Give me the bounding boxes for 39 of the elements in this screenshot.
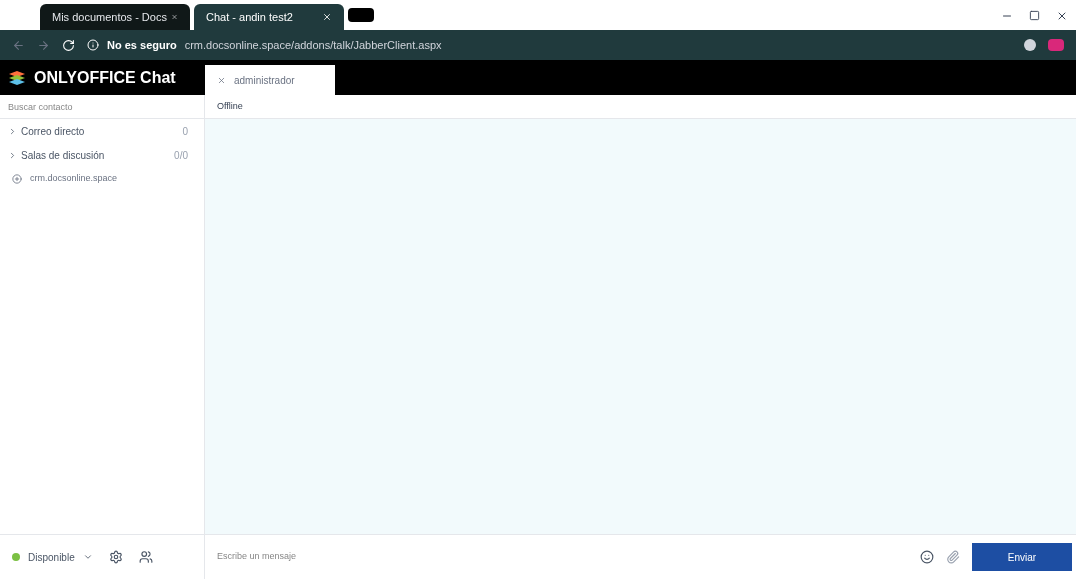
settings-icon[interactable] <box>108 550 123 564</box>
forward-icon[interactable] <box>37 38 50 52</box>
message-field[interactable]: Escribe un mensaje <box>217 550 908 564</box>
status-label: Disponible <box>28 550 75 565</box>
paperclip-icon[interactable] <box>946 550 960 564</box>
logo-icon <box>8 69 26 86</box>
send-button[interactable]: Enviar <box>972 543 1072 571</box>
sidebar-action[interactable]: crm.docsonline.space <box>0 167 204 191</box>
users-icon[interactable] <box>138 550 153 564</box>
group-label: Salas de discusión <box>21 148 106 163</box>
sidebar-group[interactable]: Salas de discusión 0/0 <box>0 143 204 167</box>
browser-tab[interactable]: Chat - andin test2 <box>194 4 344 30</box>
maximize-icon[interactable] <box>1029 10 1040 21</box>
info-icon <box>87 39 99 51</box>
url-text: crm.docsonline.space/addons/talk/JabberClient.aspx <box>184 37 442 53</box>
group-count: 0 <box>182 124 189 139</box>
chat-tab[interactable]: administrador <box>205 65 335 95</box>
chevron-icon <box>8 150 17 160</box>
security-label: No es seguro <box>107 37 177 53</box>
status-dropdown[interactable]: Disponible <box>12 549 93 565</box>
close-icon[interactable] <box>322 12 332 22</box>
search-field[interactable]: Buscar contacto <box>0 95 204 119</box>
extension-icon[interactable] <box>1024 39 1036 51</box>
chevron-icon <box>8 126 17 136</box>
tab-title: Chat - andin test2 <box>206 9 294 25</box>
address-bar[interactable]: No es seguro crm.docsonline.space/addons/talk/JabberClient.aspx <box>87 36 442 54</box>
app-title: ONLYOFFICE Chat <box>34 67 176 88</box>
tab-title: Mis documentos - Docs <box>52 9 167 25</box>
group-label: Correo directo <box>21 124 86 139</box>
close-icon[interactable] <box>1056 10 1068 22</box>
caret-icon <box>82 552 93 562</box>
new-tab-button[interactable] <box>348 8 374 22</box>
reload-icon[interactable] <box>62 38 75 52</box>
browser-tab[interactable]: Mis documentos - Docs <box>40 4 190 30</box>
group-count: 0/0 <box>174 148 189 163</box>
chat-status: Offline <box>217 99 243 113</box>
sidebar-group[interactable]: Correo directo 0 <box>0 119 204 143</box>
back-icon[interactable] <box>12 38 25 52</box>
smiley-icon[interactable] <box>920 550 934 564</box>
